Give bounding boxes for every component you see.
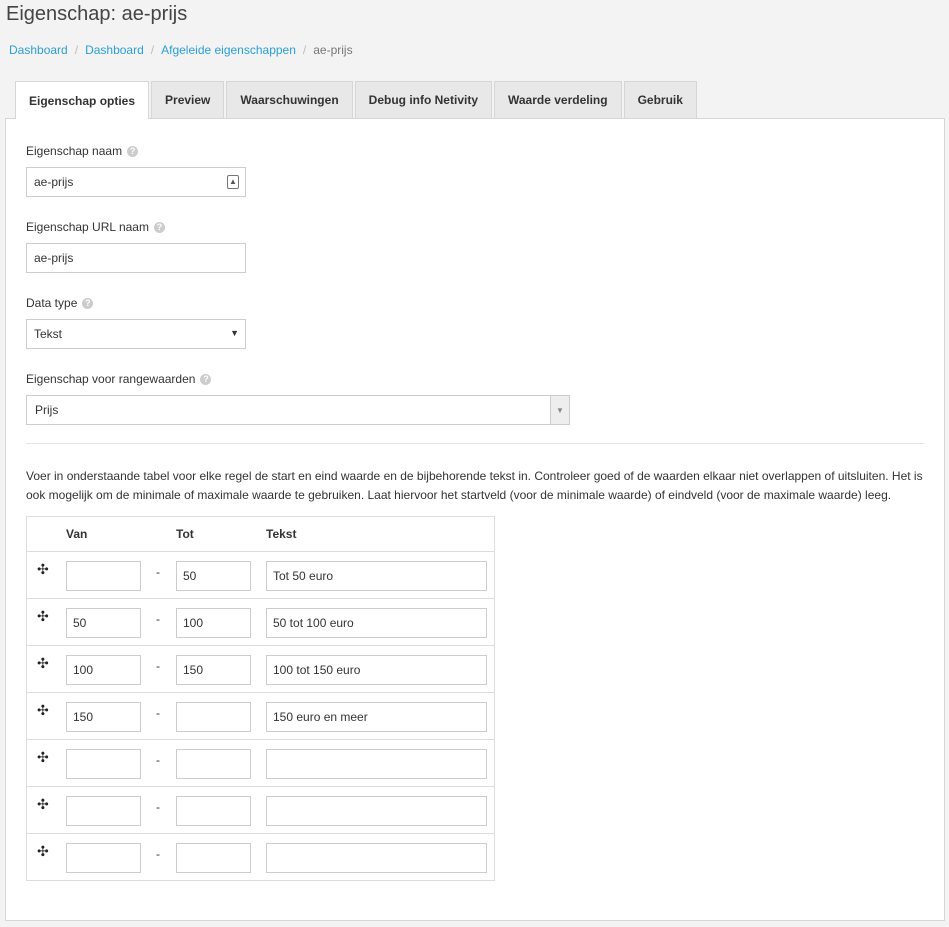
van-input[interactable] [66,561,141,591]
range-dash: - [156,659,160,673]
range-dash: - [156,706,160,720]
tot-input[interactable] [176,749,251,779]
move-icon[interactable]: ✣ [37,797,49,811]
breadcrumb-separator: / [150,43,155,57]
move-icon[interactable]: ✣ [37,750,49,764]
table-row: ✣ 150 - 150 euro en meer [27,693,494,740]
tot-input[interactable]: 50 [176,561,251,591]
range-dash: - [156,847,160,861]
caret-down-icon[interactable]: ▼ [550,396,569,424]
help-icon[interactable]: ? [82,297,94,309]
table-row: ✣ - [27,740,494,787]
tekst-input[interactable] [266,843,487,873]
divider [26,443,925,444]
tekst-input[interactable]: 150 euro en meer [266,702,487,732]
tekst-input[interactable] [266,749,487,779]
range-table: Van Tot Tekst ✣ -50 Tot 50 euro ✣ 50-100 50 t… [26,516,495,881]
tot-value: 100 [183,616,204,630]
breadcrumb-dashboard-1[interactable]: Dashboard [9,43,68,57]
tekst-input[interactable]: Tot 50 euro [266,561,487,591]
van-value: 50 [73,616,87,630]
help-icon[interactable]: ? [153,221,165,233]
datatype-select-value: Tekst [34,327,63,341]
range-select[interactable]: Prijs ▼ [26,395,570,425]
table-row: ✣ 50 - 100 50 tot 100 euro [27,599,494,646]
van-value: 100 [73,663,94,677]
contact-card-icon[interactable]: ▲ [227,175,239,189]
datatype-label-text: Data type [26,296,78,310]
tekst-value: Tot 50 euro [273,569,334,583]
range-label: Eigenschap voor rangewaarden ? [26,372,212,386]
breadcrumb-separator: / [74,43,79,57]
help-icon[interactable]: ? [127,145,139,157]
tab-debug-info-netivity[interactable]: Debug info Netivity [354,81,492,118]
tekst-input[interactable]: 50 tot 100 euro [266,608,487,638]
header-tot: Tot [176,527,194,541]
tab-eigenschap-opties[interactable]: Eigenschap opties [15,81,150,119]
range-select-value: Prijs [35,403,59,417]
url-input[interactable]: ae-prijs [26,243,246,273]
breadcrumb-current: ae-prijs [313,43,353,57]
caret-down-icon: ▼ [230,328,239,338]
range-dash: - [156,800,160,814]
breadcrumb-separator: / [302,43,307,57]
van-input[interactable] [66,843,141,873]
tot-input[interactable] [176,702,251,732]
tekst-value: 50 tot 100 euro [273,616,354,630]
table-row: ✣ 100 - 150 100 tot 150 euro [27,646,494,693]
table-header: Van Tot Tekst [27,517,494,552]
van-input[interactable] [66,749,141,779]
range-dash: - [156,753,160,767]
table-row: ✣ - [27,834,494,881]
tab-waarschuwingen[interactable]: Waarschuwingen [226,81,353,118]
tot-input[interactable] [176,843,251,873]
url-label: Eigenschap URL naam ? [26,220,165,234]
tab-waarde-verdeling[interactable]: Waarde verdeling [494,81,622,118]
move-icon[interactable]: ✣ [37,562,49,576]
tab-preview[interactable]: Preview [151,81,225,118]
breadcrumb: Dashboard / Dashboard / Afgeleide eigenschap… [9,43,353,57]
range-label-text: Eigenschap voor rangewaarden [26,372,196,386]
tab-gebruik[interactable]: Gebruik [623,81,697,118]
header-tekst: Tekst [266,527,297,541]
van-input[interactable]: 50 [66,608,141,638]
tab-panel: Eigenschap naam ? ae-prijs ▲ Eigenschap … [5,118,945,921]
van-value: 150 [73,710,94,724]
range-dash: - [156,565,160,579]
tekst-value: 150 euro en meer [273,710,368,724]
breadcrumb-dashboard-2[interactable]: Dashboard [85,43,144,57]
tekst-value: 100 tot 150 euro [273,663,361,677]
breadcrumb-afgeleide-eigenschappen[interactable]: Afgeleide eigenschappen [161,43,296,57]
datatype-label: Data type ? [26,296,94,310]
header-van: Van [66,527,88,541]
van-input[interactable] [66,796,141,826]
move-icon[interactable]: ✣ [37,703,49,717]
tot-value: 150 [183,663,204,677]
tab-bar: Eigenschap opties Preview Waarschuwingen… [15,81,699,119]
name-label-text: Eigenschap naam [26,144,123,158]
van-input[interactable]: 150 [66,702,141,732]
tot-input[interactable] [176,796,251,826]
move-icon[interactable]: ✣ [37,656,49,670]
range-dash: - [156,612,160,626]
tekst-input[interactable]: 100 tot 150 euro [266,655,487,685]
name-label: Eigenschap naam ? [26,144,139,158]
tot-input[interactable]: 100 [176,608,251,638]
table-row: ✣ - [27,787,494,834]
van-input[interactable]: 100 [66,655,141,685]
tot-input[interactable]: 150 [176,655,251,685]
name-input[interactable]: ae-prijs ▲ [26,167,246,197]
page-title: Eigenschap: ae-prijs [6,3,188,25]
help-icon[interactable]: ? [200,373,212,385]
range-instructions: Voer in onderstaande tabel voor elke reg… [26,469,923,502]
tekst-input[interactable] [266,796,487,826]
url-input-value: ae-prijs [34,251,74,265]
url-label-text: Eigenschap URL naam [26,220,149,234]
tot-value: 50 [183,569,197,583]
name-input-value: ae-prijs [34,175,74,189]
datatype-select[interactable]: Tekst ▼ [26,319,246,349]
table-row: ✣ - 50 Tot 50 euro [27,552,494,599]
move-icon[interactable]: ✣ [37,609,49,623]
move-icon[interactable]: ✣ [37,844,49,858]
